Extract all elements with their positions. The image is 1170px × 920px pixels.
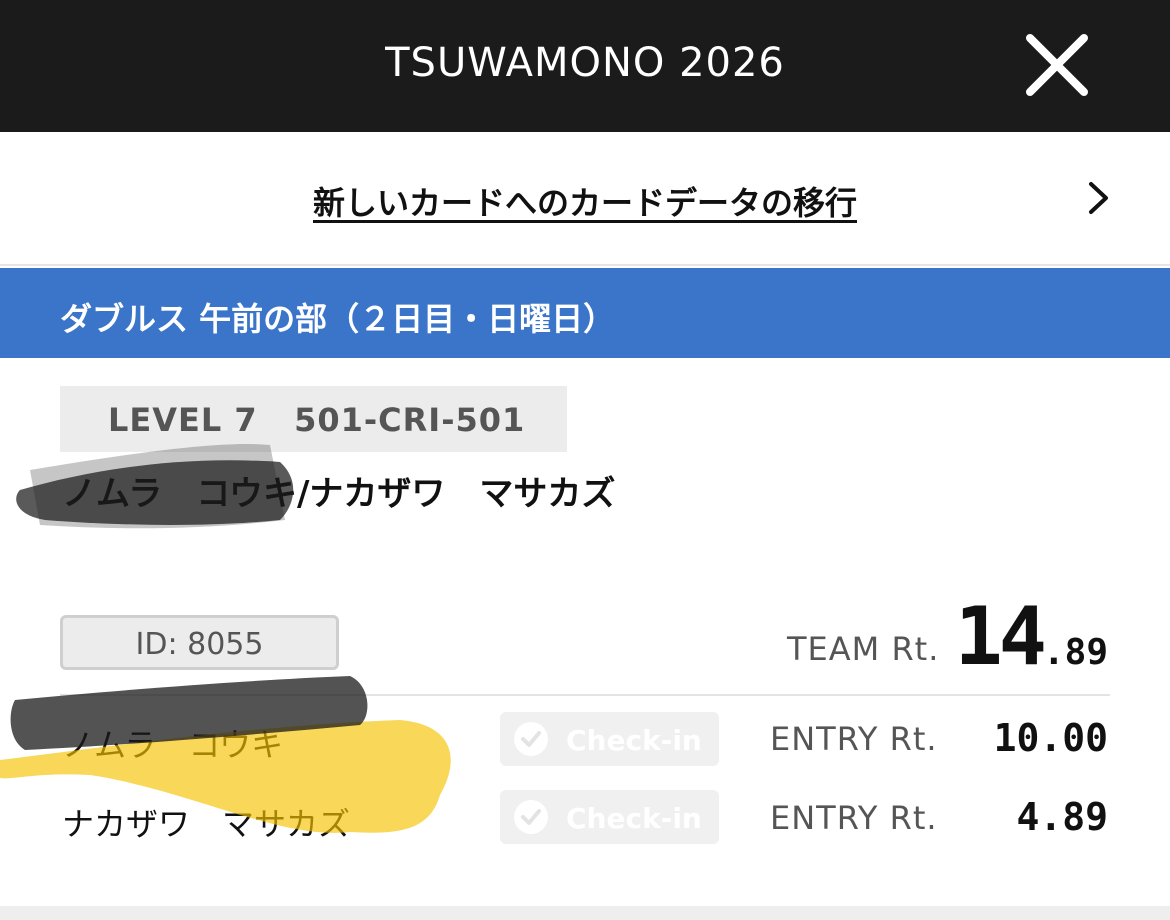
checkin-button[interactable]: Check-in xyxy=(500,790,719,844)
player-name: ナカザワ マサカズ xyxy=(62,805,351,843)
close-icon xyxy=(1026,34,1088,96)
bottom-divider xyxy=(0,906,1170,920)
checkin-label: Check-in xyxy=(566,802,702,835)
section-header: ダブルス 午前の部（２日目・日曜日） xyxy=(0,268,1170,358)
team-name: ノムラ コウキ/ナカザワ マサカズ xyxy=(62,474,616,514)
team-rating-label: TEAM Rt. xyxy=(787,630,940,668)
entry-rating-value: 4.89 xyxy=(1016,795,1108,839)
entry-rating-label: ENTRY Rt. xyxy=(770,720,938,758)
divider xyxy=(60,694,1110,696)
team-rating-decimal: .89 xyxy=(1042,632,1108,673)
chevron-right-icon xyxy=(1089,182,1108,214)
close-button[interactable] xyxy=(1022,30,1092,100)
entry-rating-value: 10.00 xyxy=(993,716,1108,760)
app-title: TSUWAMONO 2026 xyxy=(385,40,785,86)
id-badge: ID: 8055 xyxy=(60,615,339,670)
entry-rating-label: ENTRY Rt. xyxy=(770,799,938,837)
id-text: ID: 8055 xyxy=(135,627,264,662)
checkin-label: Check-in xyxy=(566,724,702,757)
section-title: ダブルス 午前の部（２日目・日曜日） xyxy=(60,300,616,338)
top-bar: TSUWAMONO 2026 xyxy=(0,0,1170,132)
player-name: ノムラ コウキ xyxy=(62,726,284,764)
level-badge: LEVEL 7 501-CRI-501 xyxy=(60,386,567,452)
level-text: LEVEL 7 501-CRI-501 xyxy=(108,401,526,439)
team-rating-value: 14.89 xyxy=(955,590,1108,683)
check-icon xyxy=(514,722,548,756)
team-rating-integer: 14 xyxy=(954,590,1047,683)
checkin-button[interactable]: Check-in xyxy=(500,712,719,766)
card-migration-link[interactable]: 新しいカードへのカードデータの移行 xyxy=(0,132,1170,266)
card-migration-label: 新しいカードへのカードデータの移行 xyxy=(312,184,857,222)
check-icon xyxy=(514,800,548,834)
